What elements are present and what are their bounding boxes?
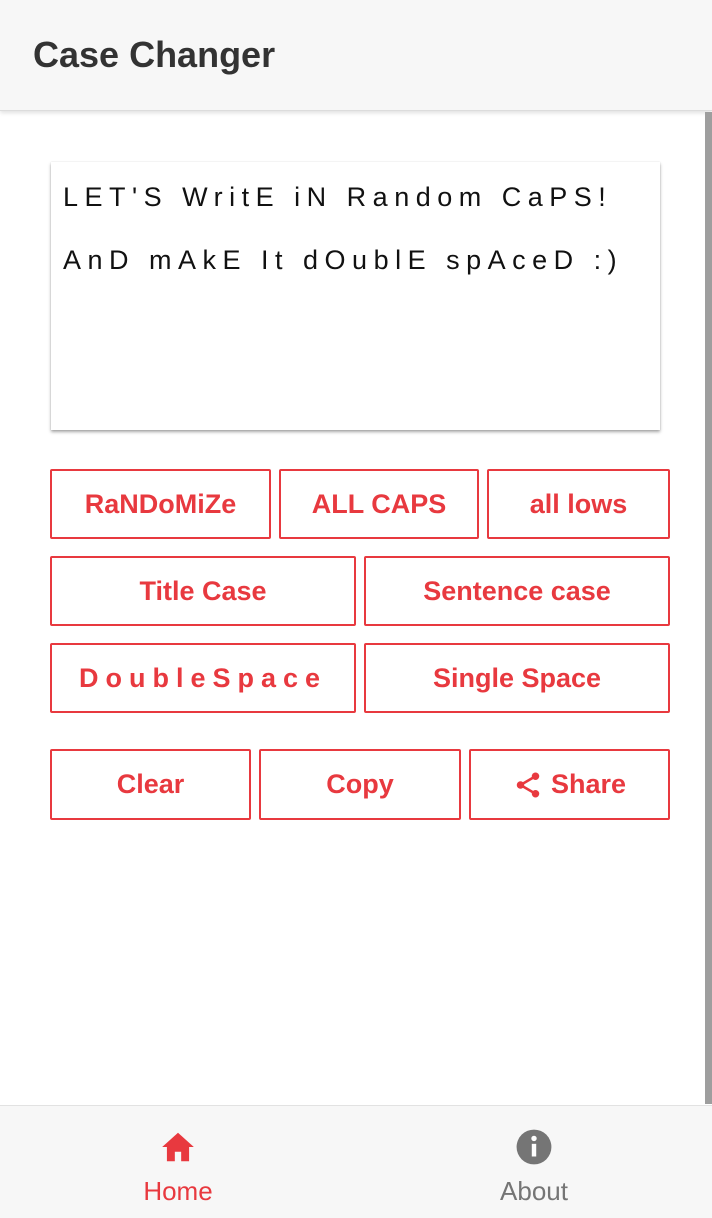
all-lows-button[interactable]: all lows (487, 469, 670, 539)
share-icon (516, 772, 540, 797)
bottom-navigation: Home About (0, 1105, 712, 1218)
single-space-label: Single Space (432, 662, 602, 693)
app-title: Case Changer (33, 34, 276, 75)
nav-home-label: Home (143, 1176, 213, 1206)
single-space-button[interactable]: Single Space (364, 643, 670, 713)
clear-label: Clear (116, 769, 185, 799)
all-caps-button[interactable]: ALL CAPS (279, 469, 479, 539)
editor-text[interactable]: LET'S WritE iN Random CaPS! AnD mAkE It … (63, 166, 648, 292)
title-case-label: Title Case (139, 575, 267, 606)
all-lows-label: all lows (529, 488, 628, 519)
text-editor[interactable]: LET'S WritE iN Random CaPS! AnD mAkE It … (51, 162, 660, 430)
title-case-button[interactable]: Title Case (50, 556, 356, 626)
nav-about-label: About (500, 1176, 568, 1206)
sentence-case-button[interactable]: Sentence case (364, 556, 670, 626)
copy-button[interactable]: Copy (259, 749, 461, 820)
double-space-label: DoubleSpace (78, 662, 328, 693)
info-icon (516, 1129, 552, 1165)
share-button[interactable]: Share (469, 749, 670, 820)
home-icon (162, 1132, 194, 1162)
copy-label: Copy (326, 769, 394, 799)
nav-item-about[interactable]: About (356, 1106, 712, 1218)
sentence-case-label: Sentence case (423, 575, 611, 606)
randomize-label: RaNDoMiZe (84, 488, 237, 519)
share-label: Share (550, 769, 627, 799)
randomize-button[interactable]: RaNDoMiZe (50, 469, 271, 539)
double-space-button[interactable]: DoubleSpace (50, 643, 356, 713)
app-bar: Case Changer (0, 0, 712, 111)
all-caps-label: ALL CAPS (311, 488, 447, 519)
nav-item-home[interactable]: Home (0, 1106, 356, 1218)
scrollbar[interactable] (705, 112, 712, 1104)
clear-button[interactable]: Clear (50, 749, 251, 820)
